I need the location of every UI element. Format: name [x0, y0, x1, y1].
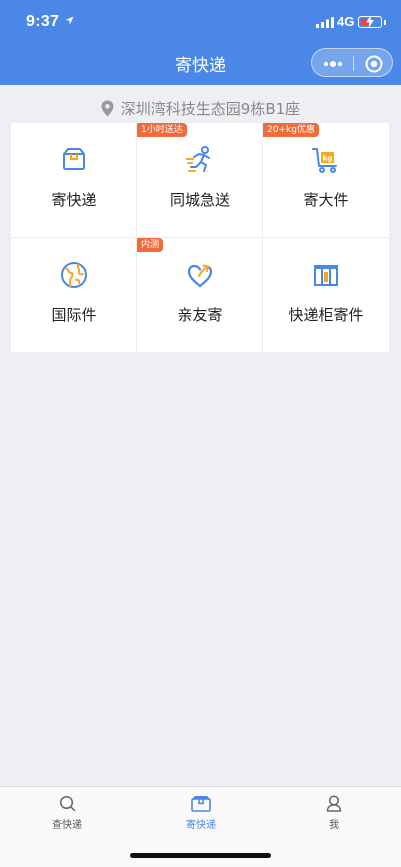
cart-kg-icon: kg — [312, 148, 337, 173]
service-label: 亲友寄 — [177, 306, 223, 324]
heart-arrow-icon — [187, 264, 213, 288]
package-icon — [191, 796, 211, 812]
network-type: 4G — [337, 14, 355, 29]
app-header: 9:37 4G 寄快递 — [0, 0, 401, 85]
tab-label: 寄快递 — [186, 820, 216, 831]
service-label: 快递柜寄件 — [288, 306, 364, 324]
person-icon — [326, 795, 342, 812]
service-badge: 1小时送达 — [137, 123, 187, 137]
search-icon — [59, 795, 75, 812]
service-label: 国际件 — [51, 306, 97, 324]
service-label: 同城急送 — [169, 191, 230, 209]
service-locker-send[interactable]: 快递柜寄件 — [263, 238, 389, 352]
service-large-item[interactable]: kg 寄大件 — [263, 123, 389, 237]
service-friends-send[interactable]: 亲友寄 — [137, 238, 263, 352]
close-target-icon — [365, 55, 383, 72]
service-same-city[interactable]: 同城急送 — [137, 123, 263, 237]
tab-send-express[interactable]: 寄快递 — [134, 795, 268, 831]
status-time: 9:37 — [26, 13, 60, 30]
service-badge: 内测 — [137, 238, 164, 252]
tab-me[interactable]: 我 — [267, 795, 401, 831]
tab-label: 查快递 — [52, 820, 82, 831]
globe-icon — [61, 262, 87, 288]
service-label: 寄大件 — [303, 191, 349, 209]
tab-label: 我 — [329, 820, 339, 831]
status-bar: 9:37 4G — [0, 0, 401, 44]
location-pin-icon — [101, 100, 114, 116]
location-address: 深圳湾科技生态园9栋B1座 — [120, 99, 301, 118]
locker-icon — [314, 265, 338, 286]
more-dots-icon — [323, 60, 342, 67]
signal-icon — [316, 17, 334, 28]
running-person-icon — [186, 146, 210, 172]
service-label: 寄快递 — [51, 191, 97, 209]
location-arrow-icon — [65, 16, 74, 25]
battery-cap — [384, 20, 386, 25]
svg-text:kg: kg — [323, 155, 333, 163]
more-button[interactable] — [312, 49, 353, 78]
service-badge: 20+kg优惠 — [263, 123, 319, 137]
location-bar[interactable]: 深圳湾科技生态园9栋B1座 — [0, 97, 401, 119]
box-icon — [63, 148, 85, 170]
charging-bolt-icon — [366, 15, 374, 28]
tab-track-express[interactable]: 查快递 — [0, 795, 134, 831]
service-international[interactable]: 国际件 — [11, 238, 137, 352]
mini-program-capsule — [311, 48, 393, 77]
service-grid: 寄快递 同城急送 1小时送达 kg 寄大件 20+kg优惠 国际件 亲友寄 内测… — [11, 123, 389, 352]
service-send-express[interactable]: 寄快递 — [11, 123, 137, 237]
home-indicator — [130, 853, 271, 858]
close-button[interactable] — [354, 49, 394, 78]
